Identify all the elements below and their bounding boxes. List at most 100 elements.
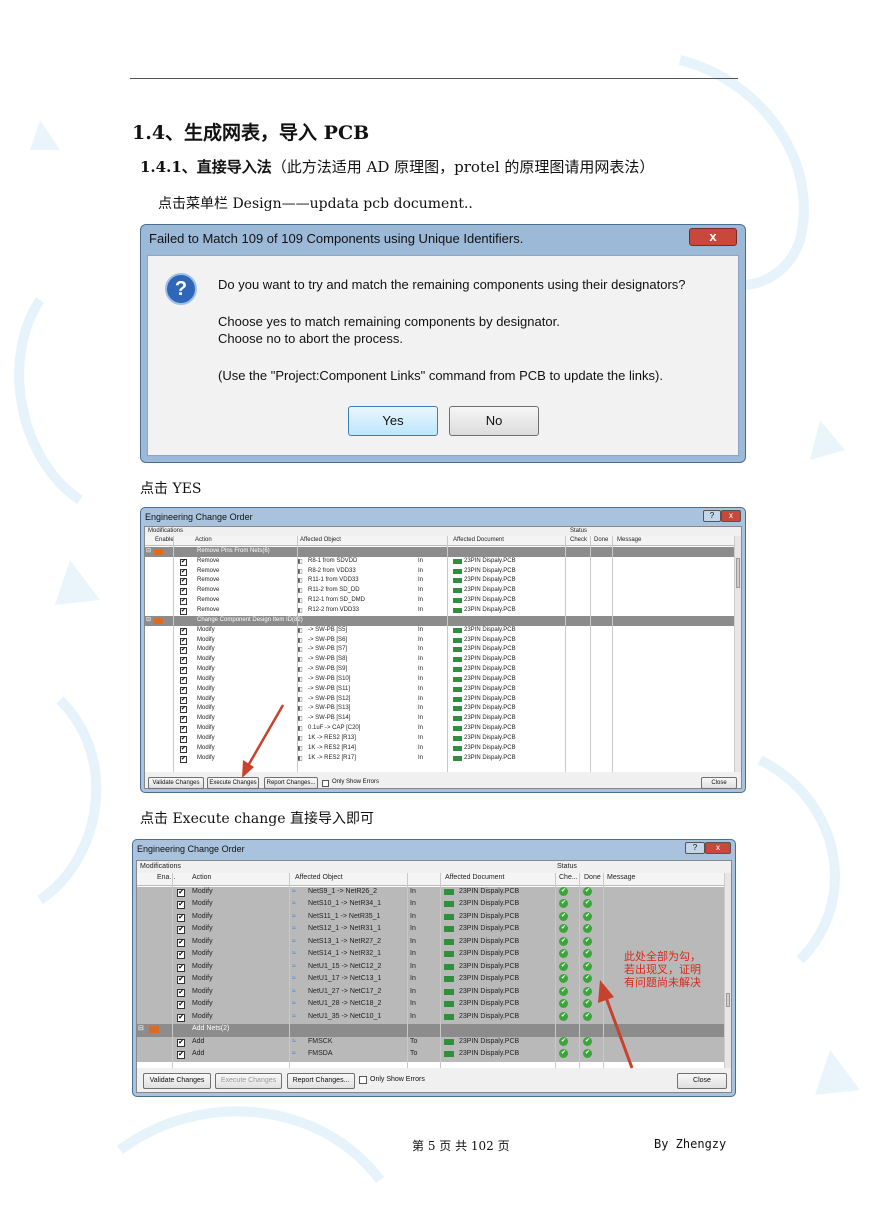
eco2-enable-checkbox[interactable]: ✔ <box>177 888 185 897</box>
eco2-enable-checkbox[interactable]: ✔ <box>177 1013 185 1022</box>
eco1-enable-checkbox[interactable]: ✔ <box>180 568 187 576</box>
eco1-only-errors-box[interactable] <box>322 780 329 787</box>
eco2-enable-checkbox[interactable]: ✔ <box>177 951 185 959</box>
eco2-enable-checkbox[interactable]: ✔ <box>177 988 185 997</box>
eco1-enable-checkbox[interactable]: ✔ <box>180 736 187 743</box>
eco1-table-row[interactable]: ✔ Modify ◧ -> SW-PB [S12] In 23PIN Dispaly.PC… <box>145 695 741 705</box>
instruction-design-menu: 点击菜单栏 Design——updata pcb document.. <box>158 196 473 212</box>
eco1-table-row[interactable]: ✔ Remove ◧ R8-2 from VDD33 In 23PIN Dispaly.P… <box>145 567 741 577</box>
eco1-action-cell: Modify <box>197 626 215 633</box>
eco2-table-row[interactable]: ✔ Modify ≈ NetS9_1 -> NetR26_2 In 23PIN Dispa… <box>137 886 731 899</box>
eco1-table-row[interactable]: ✔ Modify ◧ 1K -> RES2 [R17] In 23PIN Dispaly.… <box>145 754 741 764</box>
eco1-table-row[interactable]: ✔ Modify ◧ 0.1uF -> CAP [C20] In 23PIN Dispal… <box>145 724 741 734</box>
eco2-vertical-scrollbar[interactable] <box>724 873 731 1068</box>
execute-changes-button[interactable]: Execute Changes <box>207 777 259 789</box>
eco1-expand-toggle-icon[interactable]: ⊟ <box>146 616 151 623</box>
eco1-enable-checkbox[interactable]: ✔ <box>180 745 187 753</box>
yes-button[interactable]: Yes <box>348 406 438 436</box>
eco1-vertical-scrollbar[interactable] <box>734 536 741 772</box>
eco2-enable-checkbox[interactable]: ✔ <box>177 913 185 922</box>
eco1-table-row[interactable]: ✔ Modify ◧ -> SW-PB [S13] In 23PIN Dispaly.PC… <box>145 704 741 714</box>
eco1-column-divider <box>565 536 566 772</box>
eco2-table-row[interactable]: ✔ Modify ≈ NetS13_1 -> NetR27_2 In 23PIN Disp… <box>137 936 731 949</box>
report-changes-button[interactable]: Report Changes... <box>264 777 318 789</box>
execute-changes-button[interactable]: Execute Changes <box>215 1073 282 1089</box>
eco2-enable-checkbox[interactable]: ✔ <box>177 901 185 909</box>
eco2-close-icon[interactable]: x <box>705 842 731 854</box>
eco2-enable-checkbox[interactable]: ✔ <box>177 938 185 947</box>
eco1-enable-checkbox[interactable]: ✔ <box>180 726 187 734</box>
eco2-table-row[interactable]: ✔ Modify ≈ NetS12_1 -> NetR31_1 In 23PIN Disp… <box>137 924 731 937</box>
eco1-pcb-document-icon <box>453 676 462 682</box>
eco1-enable-checkbox[interactable]: ✔ <box>180 657 187 665</box>
eco1-scroll-thumb[interactable] <box>736 558 740 588</box>
eco2-table-row[interactable]: ✔ Modify ≈ NetU1_28 -> NetC18_2 In 23PIN Disp… <box>137 999 731 1012</box>
close-button[interactable]: Close <box>677 1073 727 1089</box>
eco1-changes-grid[interactable]: Enable Action Affected Object Affected Docu… <box>145 536 741 772</box>
eco2-enable-checkbox[interactable]: ✔ <box>177 1051 185 1059</box>
eco2-enable-checkbox[interactable]: ✔ <box>177 976 185 984</box>
eco1-table-row[interactable]: ✔ Modify ◧ -> SW-PB [S5] In 23PIN Dispaly.PCB <box>145 626 741 636</box>
eco2-help-button[interactable]: ? <box>685 842 705 854</box>
eco2-enable-checkbox[interactable]: ✔ <box>177 1001 185 1009</box>
eco1-table-row[interactable]: ✔ Modify ◧ -> SW-PB [S10] In 23PIN Dispaly.PC… <box>145 675 741 685</box>
eco1-table-row[interactable]: ✔ Remove ◧ R11-2 from SD_DD In 23PIN Dispaly.… <box>145 586 741 596</box>
eco1-table-row[interactable]: ✔ Modify ◧ -> SW-PB [S11] In 23PIN Dispaly.PC… <box>145 685 741 695</box>
eco1-enable-checkbox[interactable]: ✔ <box>180 607 187 615</box>
eco1-enable-checkbox[interactable]: ✔ <box>180 696 187 704</box>
only-show-errors-checkbox[interactable]: Only Show Errors <box>359 1073 429 1089</box>
eco1-enable-checkbox[interactable]: ✔ <box>180 627 187 635</box>
eco2-only-errors-box[interactable] <box>359 1076 367 1084</box>
eco1-enable-checkbox[interactable]: ✔ <box>180 598 187 606</box>
eco1-enable-checkbox[interactable]: ✔ <box>180 647 187 655</box>
eco2-table-row[interactable]: ✔ Modify ≈ NetS10_1 -> NetR34_1 In 23PIN Disp… <box>137 899 731 912</box>
no-button[interactable]: No <box>449 406 539 436</box>
eco1-group-row[interactable]: ⊟ Remove Pins From Nets(6) <box>145 546 741 557</box>
question-icon: ? <box>165 273 197 305</box>
eco2-enable-checkbox[interactable]: ✔ <box>177 926 185 934</box>
validate-changes-button[interactable]: Validate Changes <box>148 777 204 789</box>
eco1-enable-checkbox[interactable]: ✔ <box>180 706 187 714</box>
eco2-table-row[interactable]: ✔ Modify ≈ NetU1_35 -> NetC10_1 In 23PIN Disp… <box>137 1011 731 1024</box>
eco1-table-row[interactable]: ✔ Modify ◧ 1K -> RES2 [R13] In 23PIN Dispaly.… <box>145 734 741 744</box>
eco1-enable-checkbox[interactable]: ✔ <box>180 676 187 684</box>
report-changes-button[interactable]: Report Changes... <box>287 1073 355 1089</box>
validate-changes-button[interactable]: Validate Changes <box>143 1073 211 1089</box>
eco1-enable-checkbox[interactable]: ✔ <box>180 558 187 566</box>
eco1-enable-checkbox[interactable]: ✔ <box>180 637 187 645</box>
eco2-group-row[interactable]: ⊟ Add Nets(2) <box>137 1024 731 1037</box>
only-show-errors-checkbox[interactable]: Only Show Errors <box>322 777 382 789</box>
eco1-enable-checkbox[interactable]: ✔ <box>180 578 187 586</box>
eco1-enable-checkbox[interactable]: ✔ <box>180 686 187 694</box>
eco2-enable-checkbox[interactable]: ✔ <box>177 1038 185 1047</box>
eco1-table-row[interactable]: ✔ Modify ◧ -> SW-PB [S14] In 23PIN Dispaly.PC… <box>145 714 741 724</box>
eco1-help-button[interactable]: ? <box>703 510 721 522</box>
eco1-table-row[interactable]: ✔ Remove ◧ R12-1 from SD_DMD In 23PIN Dispaly… <box>145 596 741 606</box>
eco1-close-icon[interactable]: x <box>721 510 741 522</box>
eco1-enable-checkbox[interactable]: ✔ <box>180 755 187 763</box>
eco2-scroll-thumb[interactable] <box>726 993 730 1007</box>
eco1-enable-checkbox[interactable]: ✔ <box>180 716 187 724</box>
eco1-enable-checkbox[interactable]: ✔ <box>180 667 187 675</box>
eco1-table-row[interactable]: ✔ Remove ◧ R8-1 from SDVDD In 23PIN Dispaly.P… <box>145 557 741 567</box>
eco1-enable-checkbox[interactable]: ✔ <box>180 588 187 596</box>
eco1-table-row[interactable]: ✔ Remove ◧ R11-1 from VDD33 In 23PIN Dispaly.… <box>145 576 741 586</box>
eco1-table-row[interactable]: ✔ Modify ◧ -> SW-PB [S8] In 23PIN Dispaly.PCB <box>145 655 741 665</box>
dialog-close-button[interactable]: x <box>689 228 737 246</box>
eco1-table-row[interactable]: ✔ Remove ◧ R12-2 from VDD33 In 23PIN Dispaly.… <box>145 606 741 616</box>
eco2-table-row[interactable]: ✔ Modify ≈ NetS11_1 -> NetR35_1 In 23PIN Disp… <box>137 911 731 924</box>
eco1-table-row[interactable]: ✔ Modify ◧ 1K -> RES2 [R14] In 23PIN Dispaly.… <box>145 744 741 754</box>
eco1-table-row[interactable]: ✔ Modify ◧ -> SW-PB [S7] In 23PIN Dispaly.PCB <box>145 645 741 655</box>
eco1-table-row[interactable]: ✔ Modify ◧ -> SW-PB [S6] In 23PIN Dispaly.PCB <box>145 636 741 646</box>
column-header-5: Done <box>584 874 601 881</box>
eco1-object-cell: 1K -> RES2 [R13] <box>308 735 356 741</box>
eco1-expand-toggle-icon[interactable]: ⊟ <box>146 547 151 554</box>
eco1-group-row[interactable]: ⊟ Change Component Design Item ID(82) <box>145 615 741 626</box>
eco2-table-row[interactable]: ✔ Add ≈ FMSCK To 23PIN Dispaly.PCB ✔ ✔ <box>137 1036 731 1049</box>
close-button[interactable]: Close <box>701 777 737 789</box>
eco2-done-status-icon: ✔ <box>583 886 592 896</box>
eco2-expand-toggle-icon[interactable]: ⊟ <box>138 1024 144 1032</box>
eco2-enable-checkbox[interactable]: ✔ <box>177 963 185 972</box>
eco1-table-row[interactable]: ✔ Modify ◧ -> SW-PB [S9] In 23PIN Dispaly.PCB <box>145 665 741 675</box>
eco2-table-row[interactable]: ✔ Add ≈ FMSDA To 23PIN Dispaly.PCB ✔ ✔ <box>137 1049 731 1062</box>
